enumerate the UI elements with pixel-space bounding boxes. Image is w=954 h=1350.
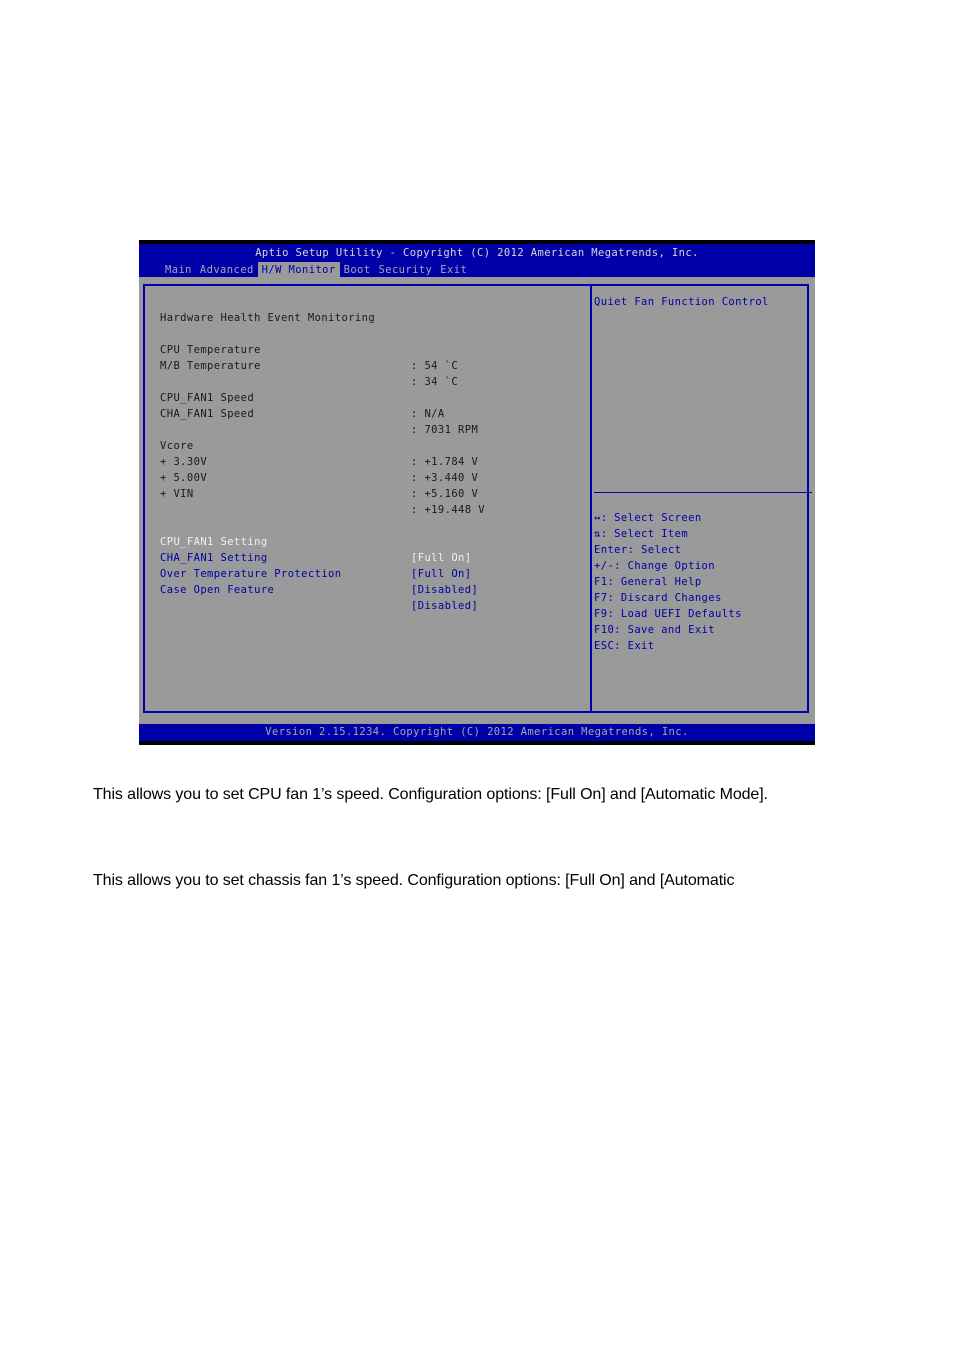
section-title: Hardware Health Event Monitoring <box>160 294 375 324</box>
reading-row-vin: + VIN : +19.448 V <box>160 470 485 516</box>
reading-row-cha-fan1-speed: CHA_FAN1 Speed : 7031 RPM <box>160 390 478 436</box>
tab-boot[interactable]: Boot <box>340 262 375 277</box>
section-title-text: Hardware Health Event Monitoring <box>160 312 376 324</box>
reading-value: : +5.160 V <box>411 488 479 500</box>
reading-row-cpu-fan1-speed: CPU_FAN1 Speed : N/A <box>160 374 444 420</box>
reading-value: : +19.448 V <box>411 504 485 516</box>
reading-value: : +3.440 V <box>411 472 479 484</box>
setting-case-open-feature[interactable]: Case Open Feature [Disabled] <box>160 566 478 612</box>
reading-label: CHA_FAN1 Speed <box>160 408 255 420</box>
cha-fan-description: This allows you to set chassis fan 1’s s… <box>93 872 735 889</box>
setting-value[interactable]: [Full On] <box>411 566 472 582</box>
help-separator <box>594 492 812 493</box>
setting-cha-fan1[interactable]: CHA_FAN1 Setting [Full On] <box>160 534 471 580</box>
tab-bar: Main Advanced H/W Monitor Boot Security … <box>161 262 471 277</box>
reading-label: + VIN <box>160 488 194 500</box>
key-enter-select: Enter: Select <box>594 544 682 556</box>
cpu-fan-description: This allows you to set CPU fan 1’s speed… <box>93 786 768 803</box>
setting-over-temperature-protection[interactable]: Over Temperature Protection [Disabled] <box>160 550 478 596</box>
tab-main[interactable]: Main <box>161 262 196 277</box>
setting-value[interactable]: [Disabled] <box>411 582 478 598</box>
tab-hw-monitor[interactable]: H/W Monitor <box>257 262 340 277</box>
key-select-item: ⇅: Select Item <box>594 528 689 540</box>
tab-exit[interactable]: Exit <box>436 262 471 277</box>
reading-value: : N/A <box>411 408 445 420</box>
reading-row-5v: + 5.00V : +5.160 V <box>160 454 478 500</box>
bios-title: Aptio Setup Utility - Copyright (C) 2012… <box>255 247 699 259</box>
reading-value: : 7031 RPM <box>411 424 479 436</box>
bios-header: Aptio Setup Utility - Copyright (C) 2012… <box>139 244 815 277</box>
key-load-defaults: F9: Load UEFI Defaults <box>594 608 742 620</box>
reading-row-3v3: + 3.30V : +3.440 V <box>160 438 478 484</box>
key-legend: ↔: Select Screen ⇅: Select Item Enter: S… <box>594 510 742 654</box>
key-select-screen: ↔: Select Screen <box>594 512 702 524</box>
bottom-border <box>139 741 815 745</box>
key-save-exit: F10: Save and Exit <box>594 624 715 636</box>
help-text: Quiet Fan Function Control <box>594 296 769 308</box>
reading-label: M/B Temperature <box>160 360 261 372</box>
bios-footer: Version 2.15.1234. Copyright (C) 2012 Am… <box>139 724 815 741</box>
reading-value: : 54 `C <box>411 360 459 372</box>
reading-row-cpu-temperature: CPU Temperature : 54 `C <box>160 326 458 372</box>
setting-label: Case Open Feature <box>160 584 275 596</box>
key-general-help: F1: General Help <box>594 576 702 588</box>
setting-cpu-fan1[interactable]: CPU_FAN1 Setting [Full On] <box>160 518 471 564</box>
reading-row-vcore: Vcore : +1.784 V <box>160 422 478 468</box>
reading-row-mb-temperature: M/B Temperature : 34 `C <box>160 342 458 388</box>
key-discard-changes: F7: Discard Changes <box>594 592 722 604</box>
key-esc-exit: ESC: Exit <box>594 640 655 652</box>
reading-value: : +1.784 V <box>411 456 479 468</box>
pane-divider <box>590 286 592 711</box>
tab-security[interactable]: Security <box>375 262 437 277</box>
bios-setup-screenshot: Aptio Setup Utility - Copyright (C) 2012… <box>139 240 815 745</box>
tab-advanced[interactable]: Advanced <box>196 262 258 277</box>
key-change-option: +/-: Change Option <box>594 560 715 572</box>
setting-value[interactable]: [Full On] <box>411 550 472 566</box>
main-panel: Hardware Health Event Monitoring CPU Tem… <box>143 284 812 713</box>
setting-value[interactable]: [Disabled] <box>411 598 478 614</box>
reading-value: : 34 `C <box>411 376 459 388</box>
